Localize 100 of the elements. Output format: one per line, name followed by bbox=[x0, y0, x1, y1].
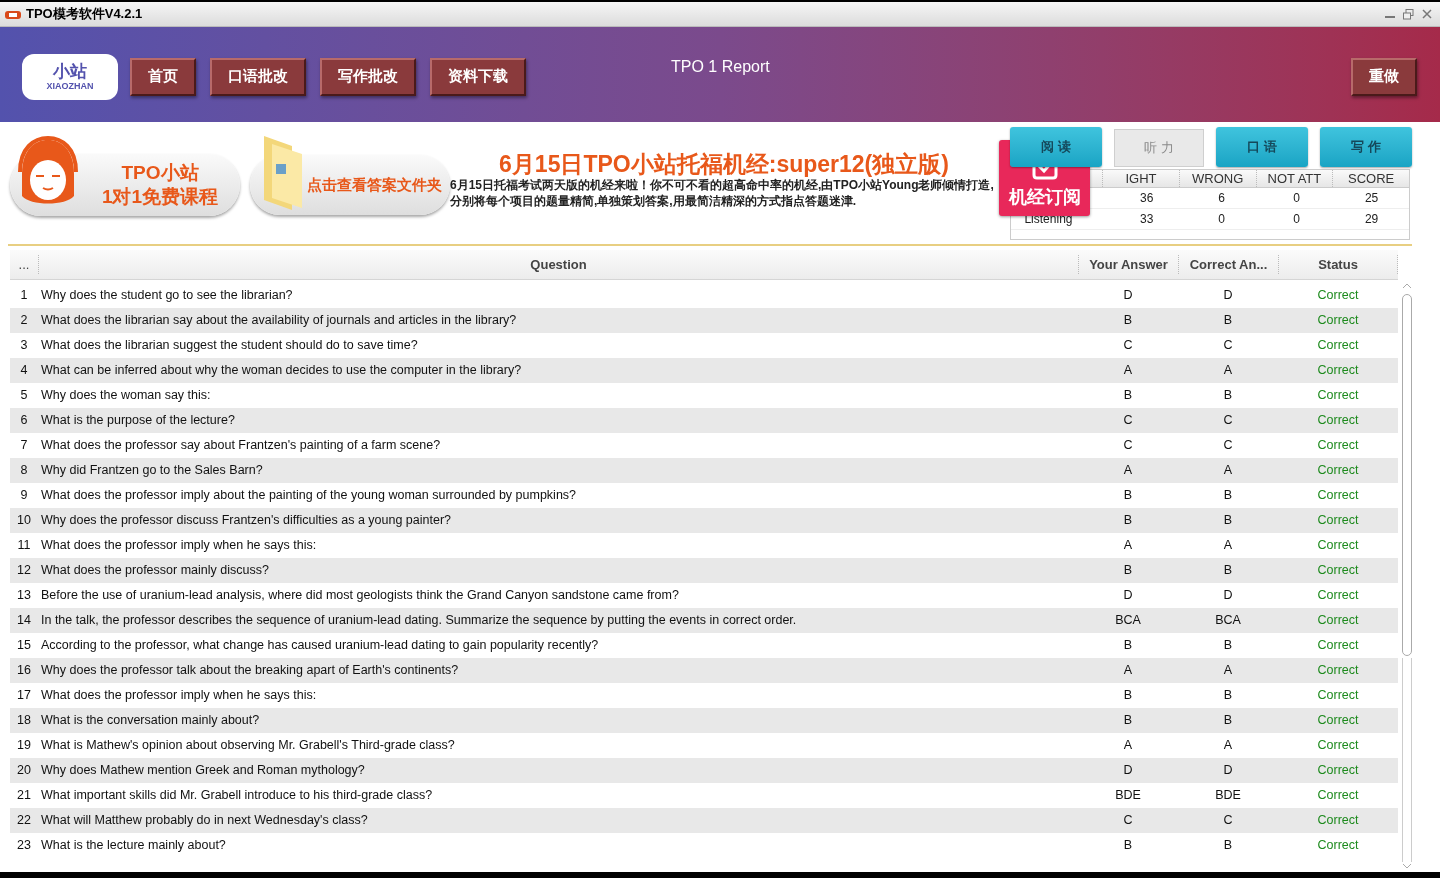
table-cell-text: 36 bbox=[1139, 190, 1155, 207]
scroll-track[interactable] bbox=[1402, 658, 1412, 862]
status-text: Correct bbox=[1316, 412, 1360, 430]
table-cell-text: B bbox=[1122, 712, 1134, 730]
news-headline[interactable]: 6月15日TPO小站托福机经:super12(独立版) bbox=[450, 149, 998, 179]
question-text: What important skills did Mr. Grabell introduce to his third-grade class? bbox=[40, 787, 434, 805]
status-text: Correct bbox=[1316, 487, 1360, 505]
table-cell-text: C bbox=[1222, 412, 1234, 430]
redo-button[interactable]: 重做 bbox=[1351, 57, 1417, 96]
nav-button[interactable]: 写作批改 bbox=[320, 57, 416, 96]
question-text: Why did Frantzen go to the Sales Barn? bbox=[40, 462, 264, 480]
row-number: 14 bbox=[16, 612, 32, 630]
question-text: What does the professor say about Frantzen's painting of a farm scene? bbox=[40, 437, 442, 455]
status-text: Correct bbox=[1316, 437, 1360, 455]
section-tab[interactable]: 阅 读 bbox=[1010, 127, 1102, 167]
column-header: ... bbox=[17, 255, 31, 274]
nav-button[interactable]: 首页 bbox=[130, 57, 196, 96]
row-number: 3 bbox=[19, 337, 29, 355]
question-text: Why does Mathew mention Greek and Roman mythology? bbox=[40, 762, 366, 780]
scroll-down-icon[interactable] bbox=[1402, 862, 1412, 870]
column-header: NOT ATT bbox=[1255, 170, 1333, 187]
row-number: 23 bbox=[16, 837, 32, 855]
status-text: Correct bbox=[1316, 687, 1360, 705]
table-cell-text: A bbox=[1222, 462, 1234, 480]
row-number: 15 bbox=[16, 637, 32, 655]
table-cell-text: B bbox=[1222, 712, 1234, 730]
status-text: Correct bbox=[1316, 812, 1360, 830]
section-tab[interactable]: 口 语 bbox=[1216, 127, 1308, 167]
table-cell-text: BCA bbox=[1214, 612, 1242, 630]
status-text: Correct bbox=[1316, 637, 1360, 655]
status-text: Correct bbox=[1316, 287, 1360, 305]
row-number: 4 bbox=[19, 362, 29, 380]
row-number: 16 bbox=[16, 662, 32, 680]
table-cell-text: A bbox=[1122, 362, 1134, 380]
table-cell-text: C bbox=[1122, 412, 1134, 430]
question-text: Why does the student go to see the librarian? bbox=[40, 287, 294, 305]
question-text: What can be inferred about why the woman decides to use the computer in the library? bbox=[40, 362, 523, 380]
section-tab[interactable]: 听 力 bbox=[1114, 129, 1204, 167]
app-icon bbox=[4, 8, 22, 20]
table-cell-text: B bbox=[1222, 687, 1234, 705]
table-cell-text: 0 bbox=[1217, 211, 1227, 228]
table-cell-text: BCA bbox=[1114, 612, 1142, 630]
section-tab[interactable]: 写 作 bbox=[1320, 127, 1412, 167]
question-text: What does the librarian say about the availability of journals and articles in the library? bbox=[40, 312, 518, 330]
table-cell-text: C bbox=[1222, 437, 1234, 455]
row-number: 21 bbox=[16, 787, 32, 805]
table-cell-text: B bbox=[1222, 487, 1234, 505]
row-number: 17 bbox=[16, 687, 32, 705]
status-text: Correct bbox=[1316, 737, 1360, 755]
row-number: 8 bbox=[19, 462, 29, 480]
table-cell-text: 0 bbox=[1292, 211, 1301, 228]
question-text: In the talk, the professor describes the sequence of uranium-lead dating. Summarize the sequence by putting the events in correct order. bbox=[40, 612, 798, 630]
question-text: What is the lecture mainly about? bbox=[40, 837, 227, 855]
table-cell-text: B bbox=[1122, 837, 1134, 855]
row-number: 5 bbox=[19, 387, 29, 405]
row-number: 12 bbox=[16, 562, 32, 580]
close-icon[interactable] bbox=[1422, 9, 1432, 19]
table-cell-text: A bbox=[1222, 537, 1234, 555]
table-cell-text: B bbox=[1122, 312, 1134, 330]
column-header: WRONG bbox=[1178, 170, 1256, 187]
status-text: Correct bbox=[1316, 362, 1360, 380]
status-text: Correct bbox=[1316, 787, 1360, 805]
question-text: What is Mathew's opinion about observing Mr. Grabell's Third-grade class? bbox=[40, 737, 456, 755]
table-cell-text: D bbox=[1122, 587, 1134, 605]
status-text: Correct bbox=[1316, 712, 1360, 730]
row-number: 22 bbox=[16, 812, 32, 830]
status-text: Correct bbox=[1316, 587, 1360, 605]
table-cell-text: B bbox=[1122, 562, 1134, 580]
nav-button[interactable]: 资料下载 bbox=[430, 57, 526, 96]
status-text: Correct bbox=[1316, 512, 1360, 530]
nav-button[interactable]: 口语批改 bbox=[210, 57, 306, 96]
row-number: 19 bbox=[16, 737, 32, 755]
table-cell-text: 33 bbox=[1139, 211, 1155, 228]
question-text: What does the librarian suggest the student should do to save time? bbox=[40, 337, 419, 355]
column-header: Correct An... bbox=[1178, 254, 1278, 275]
table-cell-text: A bbox=[1222, 362, 1234, 380]
news-summary: 6月15日托福考试两天版的机经来啦！你不可不看的超高命中率的机经,由TPO小站Young老师倾情打造,分别将每个项目的题量精简,单独策划答案,用最简洁精深的方式指点答题迷津. bbox=[450, 178, 995, 209]
table-cell-text: A bbox=[1222, 737, 1234, 755]
column-header: SCORE bbox=[1332, 170, 1409, 187]
column-header: Status bbox=[1278, 254, 1398, 275]
restore-icon[interactable] bbox=[1403, 8, 1414, 20]
table-cell-text: BDE bbox=[1114, 787, 1142, 805]
status-text: Correct bbox=[1316, 312, 1360, 330]
column-header: Question bbox=[38, 254, 1078, 275]
status-text: Correct bbox=[1316, 562, 1360, 580]
row-number: 18 bbox=[16, 712, 32, 730]
question-text: What does the professor mainly discuss? bbox=[40, 562, 270, 580]
row-number: 6 bbox=[19, 412, 29, 430]
row-number: 9 bbox=[19, 487, 29, 505]
logo-text: 小站 bbox=[53, 62, 87, 80]
question-text: What does the professor imply about the painting of the young woman surrounded by pumpkins? bbox=[40, 487, 578, 505]
column-header: IGHT bbox=[1102, 170, 1179, 187]
table-cell-text: B bbox=[1222, 312, 1234, 330]
table-cell-text: B bbox=[1122, 687, 1134, 705]
scroll-up-icon[interactable] bbox=[1402, 282, 1412, 290]
row-number: 10 bbox=[16, 512, 32, 530]
row-number: 11 bbox=[16, 537, 32, 555]
question-text: Why does the professor discuss Frantzen's difficulties as a young painter? bbox=[40, 512, 452, 530]
table-cell-text: D bbox=[1222, 287, 1234, 305]
table-cell-text: B bbox=[1122, 637, 1134, 655]
